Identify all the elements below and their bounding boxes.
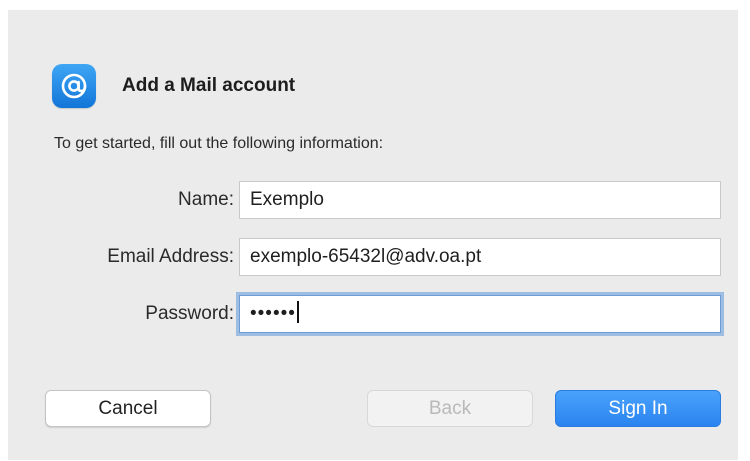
name-value: Exemplo (250, 189, 324, 210)
email-address-field[interactable]: exemplo-65432l@adv.oa.pt (239, 238, 721, 276)
email-address-label: Email Address: (107, 246, 234, 267)
dialog-title: Add a Mail account (122, 75, 296, 96)
back-button[interactable]: Back (367, 390, 533, 427)
intro-text: To get started, fill out the following i… (54, 135, 384, 152)
dialog-header: Add a Mail account (52, 64, 295, 108)
email-row: Email Address: exemplo-65432l@adv.oa.pt (8, 238, 738, 276)
password-row: Password: •••••• (8, 295, 738, 333)
name-field[interactable]: Exemplo (239, 181, 721, 219)
text-caret (296, 301, 299, 323)
password-field[interactable]: •••••• (239, 295, 721, 333)
sign-in-button[interactable]: Sign In (555, 390, 721, 427)
password-value: •••••• (250, 303, 296, 324)
password-label: Password: (145, 303, 234, 324)
at-sign-icon (52, 64, 96, 108)
email-address-value: exemplo-65432l@adv.oa.pt (250, 246, 482, 267)
name-row: Name: Exemplo (8, 181, 738, 219)
name-label: Name: (178, 189, 234, 210)
cancel-button[interactable]: Cancel (45, 390, 211, 427)
add-mail-account-dialog: Add a Mail account To get started, fill … (8, 10, 738, 460)
